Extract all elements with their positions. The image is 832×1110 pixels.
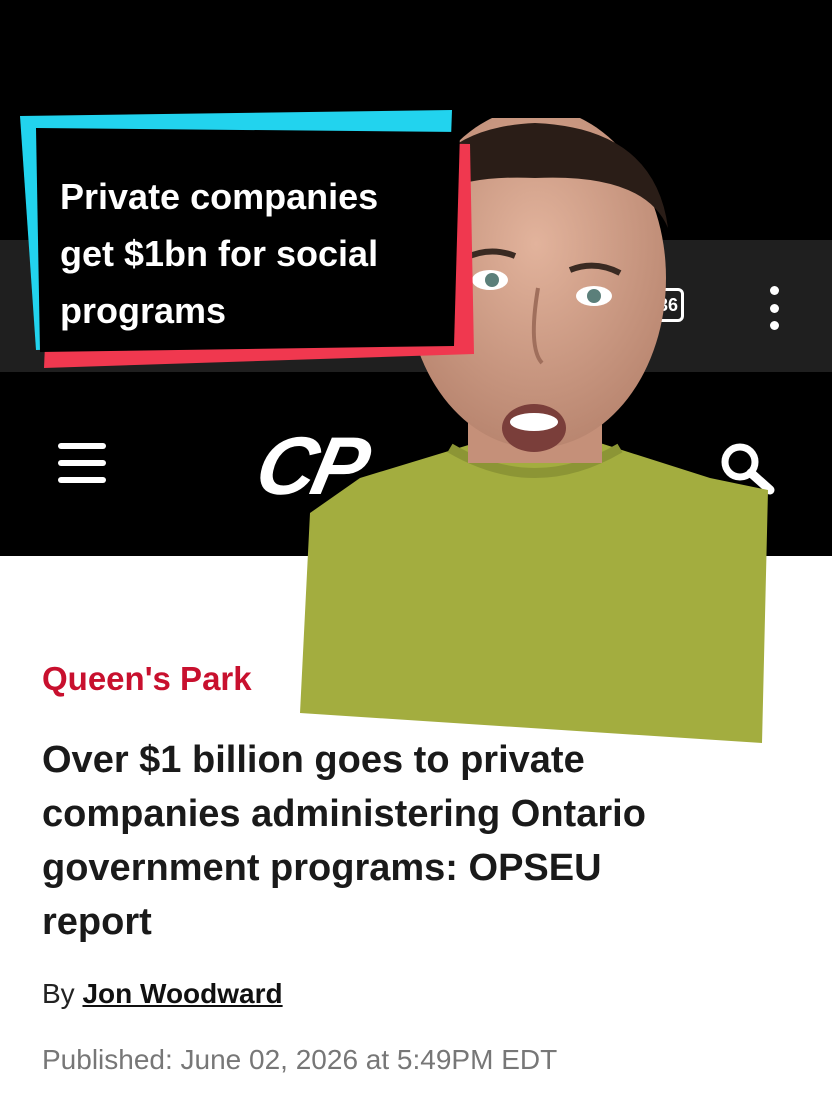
article-headline: Over $1 billion goes to private companie… <box>42 733 782 949</box>
headline-line: government programs: OPSEU <box>42 847 602 889</box>
section-label[interactable]: Queen's Park <box>42 660 252 698</box>
published-date: Published: June 02, 2026 at 5:49PM EDT <box>42 1044 558 1075</box>
caption-line: get $1bn for social <box>60 233 379 274</box>
byline-prefix: By <box>42 978 75 1009</box>
headline-line: companies administering Ontario <box>42 793 646 835</box>
caption-text: Private companies get $1bn for social pr… <box>60 168 450 339</box>
headline-line: report <box>42 901 152 943</box>
caption-line: programs <box>60 290 227 331</box>
author-link[interactable]: Jon Woodward <box>82 978 282 1009</box>
hamburger-menu-icon[interactable] <box>58 443 106 483</box>
caption-line: Private companies <box>60 176 379 217</box>
byline: By Jon Woodward <box>42 978 283 1010</box>
